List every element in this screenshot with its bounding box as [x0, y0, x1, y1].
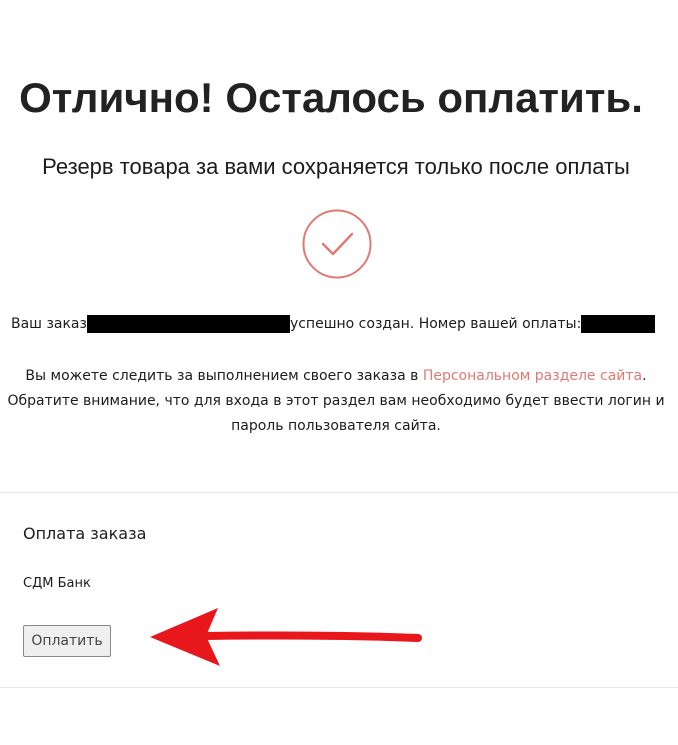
- section-divider-top: [0, 492, 678, 493]
- order-success-text: успешно создан. Номер вашей оплаты:: [289, 316, 582, 332]
- bank-name: СДМ Банк: [23, 576, 91, 591]
- info-text-before: Вы можете следить за выполнением своего …: [25, 368, 423, 384]
- check-circle-icon: [301, 208, 373, 280]
- redacted-payment-number: [581, 315, 656, 333]
- order-confirmation-line: Ваш заказ успешно создан. Номер вашей оп…: [11, 313, 656, 335]
- pay-button[interactable]: Оплатить: [23, 625, 111, 657]
- redacted-order-number: [86, 315, 290, 333]
- page-subtitle: Резерв товара за вами сохраняется только…: [42, 154, 630, 179]
- page-title: Отлично! Осталось оплатить.: [19, 74, 643, 121]
- account-info-text: Вы можете следить за выполнением своего …: [0, 364, 672, 439]
- payment-section-title: Оплата заказа: [23, 524, 147, 543]
- personal-section-link[interactable]: Персональном разделе сайта: [423, 368, 642, 384]
- section-divider-bottom: [0, 687, 678, 688]
- red-arrow-left-icon: [146, 604, 426, 668]
- order-prefix-text: Ваш заказ: [11, 316, 87, 332]
